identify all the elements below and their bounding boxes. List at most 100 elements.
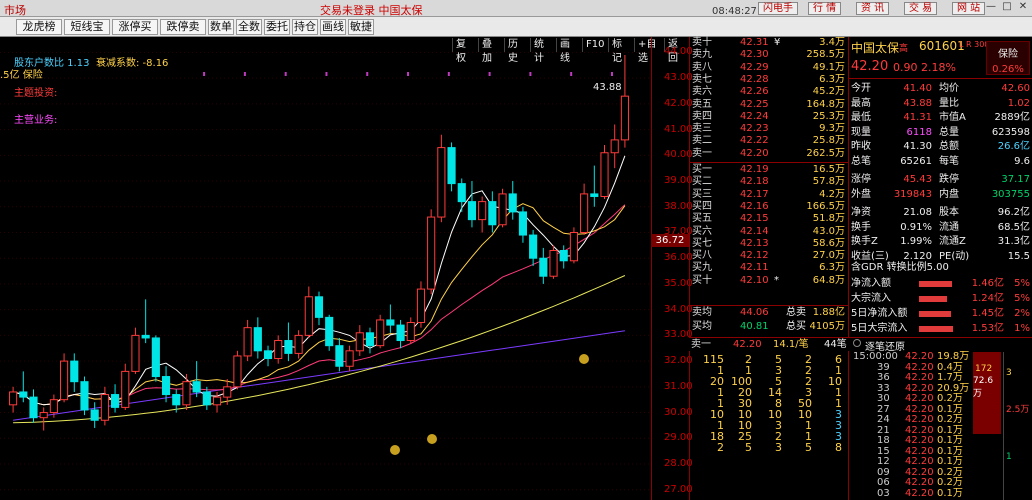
bid-row[interactable]: 买九 42.11 6.3万: [690, 262, 848, 274]
tab-drawing[interactable]: 画线: [556, 38, 573, 64]
quotes-button[interactable]: 行 情: [808, 2, 842, 15]
flow-bar: [919, 296, 947, 302]
candle: [325, 316, 334, 347]
tab-stats[interactable]: 统计: [530, 38, 547, 64]
candle: [223, 386, 232, 398]
stat-value: 623598: [991, 126, 1030, 138]
title-bar: 市场 交易未登录 中国太保 08:48:27 周三 闪电手 行 情 资 讯 交 …: [0, 0, 1032, 17]
toolbar-entrust[interactable]: 委托: [264, 19, 290, 35]
ask-row[interactable]: 卖一 42.20 262.5万: [690, 148, 848, 160]
trade-volume: 0.2万: [937, 466, 963, 478]
toolbar-dragon-tiger[interactable]: 龙虎榜: [16, 19, 62, 35]
book-divider: [690, 305, 848, 306]
big-order-block: 172 72.6万: [973, 352, 1001, 434]
level-label: 买十: [692, 274, 712, 286]
level-price: 42.20: [740, 147, 769, 159]
level-price: 42.31: [740, 37, 769, 48]
market-menu[interactable]: 市场: [4, 2, 26, 18]
toolbar-limit-down-sell[interactable]: 跌停卖: [160, 19, 206, 35]
toolbar-short-line[interactable]: 短线宝: [64, 19, 110, 35]
toolbar-limit-up-buy[interactable]: 涨停买: [112, 19, 158, 35]
candle: [488, 201, 497, 226]
candle: [335, 345, 344, 367]
ask-row[interactable]: 卖十 42.31 ¥3.4万: [690, 37, 848, 49]
level-price: 42.26: [740, 86, 769, 98]
annotation-main-business: 主营业务:: [14, 115, 58, 126]
toolbar-all-orders[interactable]: 全数: [236, 19, 262, 35]
bid-row[interactable]: 买八 42.12 27.0万: [690, 250, 848, 262]
ask-row[interactable]: 卖七 42.28 6.3万: [690, 74, 848, 86]
stat-label: 最高: [851, 97, 871, 109]
level-volume: 16.5万: [812, 164, 845, 175]
candle: [590, 193, 599, 197]
total-label: 总买: [786, 321, 806, 332]
ma5-line: [12, 155, 626, 406]
toolbar-orders[interactable]: 数单: [208, 19, 234, 35]
trade-price: 42.20: [905, 424, 934, 436]
tab-f10[interactable]: F10: [582, 38, 607, 52]
bid-row[interactable]: 买二 42.18 57.8万: [690, 176, 848, 188]
news-button[interactable]: 资 讯: [856, 2, 890, 15]
kline-chart-pane[interactable]: 复权 叠加 历史 统计 画线 F10 标记 +自选 返回 股东户数比 1.13 …: [0, 37, 693, 500]
radio-icon[interactable]: [853, 339, 861, 347]
tab-mark[interactable]: 标记: [608, 38, 625, 64]
level-price: 42.29: [740, 61, 769, 73]
flash-trade-button[interactable]: 闪电手: [758, 2, 798, 15]
tab-restore-rights[interactable]: 复权: [452, 38, 469, 64]
ask-row[interactable]: 卖六 42.26 45.2万: [690, 86, 848, 98]
trade-row: 15:00:00 42.20 19.8万: [849, 352, 973, 362]
signal-marker: [366, 72, 369, 76]
ask-row[interactable]: 卖三 42.23 9.3万: [690, 123, 848, 135]
indicator-decay: 衰减系数: -8.16: [96, 58, 169, 69]
website-button[interactable]: 网 站: [952, 2, 986, 15]
ask-row[interactable]: 卖九 42.30 258.5万: [690, 49, 848, 61]
kline-chart[interactable]: [0, 37, 651, 500]
toolbar-position[interactable]: 持仓: [292, 19, 318, 35]
maximize-icon[interactable]: □: [1000, 1, 1014, 15]
money-bag-icon: [579, 354, 589, 364]
avg-label: 卖均: [692, 307, 712, 318]
book-divider: [690, 162, 848, 163]
trade-time: 15: [877, 445, 890, 457]
bid-row[interactable]: 买三 42.17 4.2万: [690, 189, 848, 201]
tab-history[interactable]: 历史: [504, 38, 521, 64]
bid-row[interactable]: 买五 42.15 51.8万: [690, 213, 848, 225]
signal-marker: [488, 72, 491, 76]
ask-row[interactable]: 卖二 42.22 25.8万: [690, 135, 848, 147]
level-label: 卖十: [692, 37, 712, 48]
level-price: 42.17: [740, 188, 769, 200]
bid-row[interactable]: 买十 42.10 * 64.8万: [690, 275, 848, 287]
stat-value: 303755: [991, 188, 1030, 200]
stock-info-pane: 中国太保 高 601601 L R 300 42.20 0.90 2.18% 保…: [849, 37, 1032, 337]
flow-value: 1.46亿: [971, 278, 1004, 289]
level-volume: 64.8万: [812, 274, 845, 286]
candle: [121, 370, 130, 408]
flow-row: 5日大宗流入 1.53亿 1%: [849, 322, 1032, 336]
trade-time: 18: [877, 435, 890, 446]
ask-row[interactable]: 卖八 42.29 49.1万: [690, 62, 848, 74]
candle: [80, 381, 89, 411]
level-volume: 6.3万: [819, 262, 845, 274]
sector-name: 保险: [998, 49, 1018, 60]
toolbar-agile[interactable]: 敏捷: [348, 19, 374, 35]
toolbar-draw[interactable]: 画线: [320, 19, 346, 35]
ask-row[interactable]: 卖五 42.25 164.8万: [690, 99, 848, 111]
minimize-icon[interactable]: —: [984, 1, 998, 15]
level-price: 42.25: [740, 98, 769, 110]
bid-row[interactable]: 买六 42.14 43.0万: [690, 226, 848, 238]
bid-row[interactable]: 买一 42.19 16.5万: [690, 164, 848, 176]
close-icon[interactable]: ✕: [1016, 1, 1030, 15]
tab-overlay[interactable]: 叠加: [478, 38, 495, 64]
ask-row[interactable]: 卖四 42.24 25.3万: [690, 111, 848, 123]
stat-label: 总笔: [851, 155, 871, 167]
quote-row: 总笔 65261 每笔 9.6: [849, 155, 1032, 169]
bid-row[interactable]: 买四 42.16 166.5万: [690, 201, 848, 213]
trade-time: 24: [877, 414, 890, 425]
trade-button[interactable]: 交 易: [904, 2, 938, 15]
bid-row[interactable]: 买七 42.13 58.6万: [690, 238, 848, 250]
trade-row: 27 42.20 0.1万: [849, 404, 973, 415]
quote-row: 最高 43.88 量比 1.02: [849, 97, 1032, 111]
stat-value: 9.6: [1014, 155, 1030, 167]
sector-box[interactable]: 保险 0.26%: [986, 41, 1030, 75]
candle: [90, 409, 99, 421]
